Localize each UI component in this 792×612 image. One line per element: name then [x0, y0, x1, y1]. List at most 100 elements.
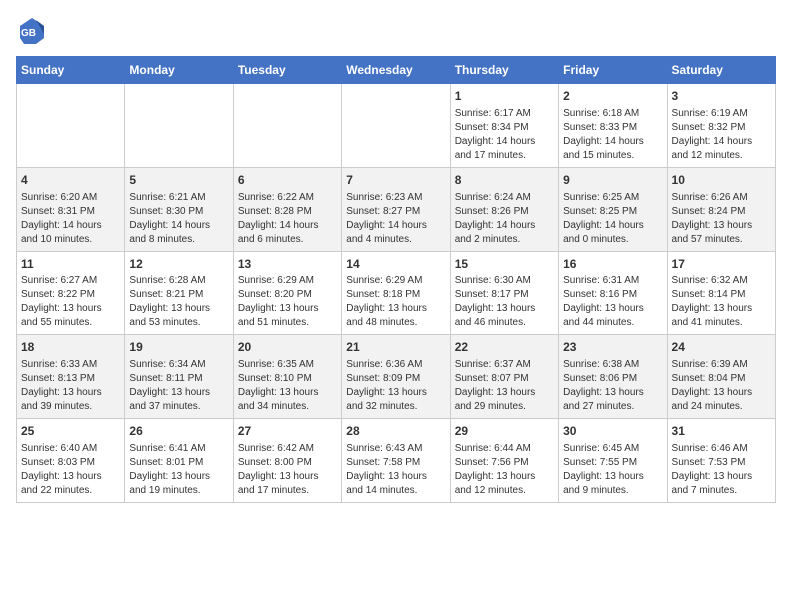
calendar-cell: 1Sunrise: 6:17 AMSunset: 8:34 PMDaylight…	[450, 84, 558, 168]
day-info-line: Sunset: 8:10 PM	[238, 372, 337, 386]
day-number: 15	[455, 256, 554, 273]
day-info-line: Sunrise: 6:32 AM	[672, 274, 771, 288]
day-info-line: and 15 minutes.	[563, 149, 662, 163]
day-info-line: and 6 minutes.	[238, 233, 337, 247]
calendar-week-row: 11Sunrise: 6:27 AMSunset: 8:22 PM Dayligh…	[17, 251, 776, 335]
calendar-week-row: 1 Sunrise: 6:17 AMSunset: 8:34 PM Daylight…	[17, 84, 776, 168]
day-number: 25	[21, 423, 120, 440]
day-info-line: and 10 minutes.	[21, 233, 120, 247]
day-number: 5	[129, 172, 228, 189]
day-info-line: Daylight: 13 hours	[21, 386, 120, 400]
day-info-line: Daylight: 13 hours	[672, 470, 771, 484]
day-number: 31	[672, 423, 771, 440]
day-info-line: and 46 minutes.	[455, 316, 554, 330]
day-number: 13	[238, 256, 337, 273]
day-info-line: Sunset: 7:58 PM	[346, 456, 445, 470]
calendar-cell: 27Sunrise: 6:42 AMSunset: 8:00 PMDayligh…	[233, 419, 341, 503]
day-info-line: and 48 minutes.	[346, 316, 445, 330]
day-number: 12	[129, 256, 228, 273]
calendar-cell: 7Sunrise: 6:23 AMSunset: 8:27 PMDaylight…	[342, 167, 450, 251]
day-info-line: Sunset: 8:34 PM	[455, 121, 554, 135]
calendar-cell: 12Sunrise: 6:28 AMSunset: 8:21 PMDayligh…	[125, 251, 233, 335]
day-info-line: Daylight: 13 hours	[563, 386, 662, 400]
calendar-cell: 31Sunrise: 6:46 AMSunset: 7:53 PMDayligh…	[667, 419, 775, 503]
calendar-cell: 24Sunrise: 6:39 AMSunset: 8:04 PMDayligh…	[667, 335, 775, 419]
logo-icon: GB	[16, 16, 48, 48]
calendar-cell: 2Sunrise: 6:18 AMSunset: 8:33 PMDaylight…	[559, 84, 667, 168]
calendar-cell	[342, 84, 450, 168]
day-info-line: Sunset: 8:16 PM	[563, 288, 662, 302]
day-info-line: and 8 minutes.	[129, 233, 228, 247]
day-number: 1	[455, 88, 554, 105]
day-info-line: Daylight: 14 hours	[21, 219, 120, 233]
day-info-line: and 2 minutes.	[455, 233, 554, 247]
day-info-line: Sunset: 8:14 PM	[672, 288, 771, 302]
day-info-line: and 17 minutes.	[455, 149, 554, 163]
calendar-cell: 22Sunrise: 6:37 AMSunset: 8:07 PMDayligh…	[450, 335, 558, 419]
calendar-cell: 20Sunrise: 6:35 AMSunset: 8:10 PMDayligh…	[233, 335, 341, 419]
day-info-line: and 14 minutes.	[346, 484, 445, 498]
day-info-line: Sunset: 8:22 PM	[21, 288, 120, 302]
day-number: 8	[455, 172, 554, 189]
day-info-line: Sunrise: 6:29 AM	[238, 274, 337, 288]
day-info-line: Sunrise: 6:41 AM	[129, 442, 228, 456]
day-info-line: Sunset: 8:27 PM	[346, 205, 445, 219]
day-number: 14	[346, 256, 445, 273]
day-info-line: and 12 minutes.	[455, 484, 554, 498]
day-number: 11	[21, 256, 120, 273]
day-info-line: Sunset: 8:31 PM	[21, 205, 120, 219]
day-info-line: and 19 minutes.	[129, 484, 228, 498]
day-number: 20	[238, 339, 337, 356]
day-info-line: Daylight: 13 hours	[563, 470, 662, 484]
day-info-line: Sunrise: 6:43 AM	[346, 442, 445, 456]
calendar-cell: 28Sunrise: 6:43 AMSunset: 7:58 PMDayligh…	[342, 419, 450, 503]
day-info-line: Sunset: 8:26 PM	[455, 205, 554, 219]
day-info-line: Sunset: 8:32 PM	[672, 121, 771, 135]
calendar-cell: 11Sunrise: 6:27 AMSunset: 8:22 PMDayligh…	[17, 251, 125, 335]
day-info-line: Sunrise: 6:24 AM	[455, 191, 554, 205]
day-info-line: Daylight: 14 hours	[672, 135, 771, 149]
day-info-line: Sunrise: 6:31 AM	[563, 274, 662, 288]
calendar-cell: 8Sunrise: 6:24 AMSunset: 8:26 PMDaylight…	[450, 167, 558, 251]
calendar-cell: 15Sunrise: 6:30 AMSunset: 8:17 PMDayligh…	[450, 251, 558, 335]
calendar-cell: 16Sunrise: 6:31 AMSunset: 8:16 PMDayligh…	[559, 251, 667, 335]
day-info-line: Sunrise: 6:17 AM	[455, 107, 554, 121]
day-info-line: Daylight: 14 hours	[346, 219, 445, 233]
day-number: 27	[238, 423, 337, 440]
day-info-line: Sunset: 8:17 PM	[455, 288, 554, 302]
day-info-line: Daylight: 13 hours	[672, 219, 771, 233]
day-info-line: Daylight: 13 hours	[455, 302, 554, 316]
calendar-cell: 5Sunrise: 6:21 AMSunset: 8:30 PMDaylight…	[125, 167, 233, 251]
page-header: GB	[16, 16, 776, 48]
day-info-line: Sunrise: 6:34 AM	[129, 358, 228, 372]
calendar-cell: 17Sunrise: 6:32 AMSunset: 8:14 PMDayligh…	[667, 251, 775, 335]
calendar-cell: 29Sunrise: 6:44 AMSunset: 7:56 PMDayligh…	[450, 419, 558, 503]
day-info-line: Sunset: 7:55 PM	[563, 456, 662, 470]
calendar-cell: 23Sunrise: 6:38 AMSunset: 8:06 PMDayligh…	[559, 335, 667, 419]
day-info-line: Daylight: 13 hours	[346, 386, 445, 400]
day-info-line: and 9 minutes.	[563, 484, 662, 498]
day-info-line: Daylight: 13 hours	[455, 470, 554, 484]
day-info-line: and 17 minutes.	[238, 484, 337, 498]
day-info-line: Sunrise: 6:40 AM	[21, 442, 120, 456]
calendar-week-row: 25Sunrise: 6:40 AMSunset: 8:03 PMDayligh…	[17, 419, 776, 503]
day-number: 16	[563, 256, 662, 273]
day-info-line: Daylight: 14 hours	[563, 135, 662, 149]
day-info-line: Sunset: 8:20 PM	[238, 288, 337, 302]
day-number: 6	[238, 172, 337, 189]
day-info-line: Sunrise: 6:25 AM	[563, 191, 662, 205]
day-info-line: Sunset: 8:00 PM	[238, 456, 337, 470]
day-info-line: Daylight: 13 hours	[672, 302, 771, 316]
day-info-line: Sunrise: 6:27 AM	[21, 274, 120, 288]
day-info-line: Sunset: 8:30 PM	[129, 205, 228, 219]
calendar-week-row: 4Sunrise: 6:20 AMSunset: 8:31 PMDaylight…	[17, 167, 776, 251]
day-info-line: Sunset: 8:09 PM	[346, 372, 445, 386]
weekday-header-saturday: Saturday	[667, 57, 775, 84]
day-info-line: and 53 minutes.	[129, 316, 228, 330]
day-info-line: Sunrise: 6:19 AM	[672, 107, 771, 121]
weekday-header-friday: Friday	[559, 57, 667, 84]
day-info-line: Daylight: 13 hours	[672, 386, 771, 400]
calendar-cell: 10Sunrise: 6:26 AMSunset: 8:24 PMDayligh…	[667, 167, 775, 251]
day-number: 7	[346, 172, 445, 189]
day-info-line: and 41 minutes.	[672, 316, 771, 330]
